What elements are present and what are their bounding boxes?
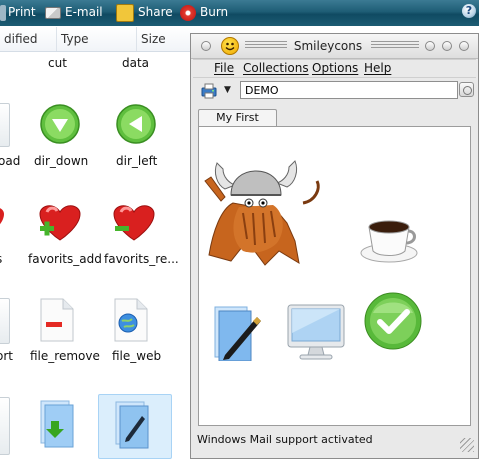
smileycons-window: Smileycons File Collections Options Help… bbox=[190, 33, 479, 459]
coffee-cup-icon[interactable] bbox=[359, 215, 419, 265]
dir-down-icon[interactable] bbox=[38, 102, 80, 146]
file-label-dir-down[interactable]: dir_down bbox=[34, 154, 88, 168]
tool-row: ▼ bbox=[193, 79, 476, 105]
burn-disc-icon bbox=[180, 4, 196, 21]
resize-grip-icon[interactable] bbox=[460, 438, 474, 452]
viking-icon[interactable] bbox=[203, 151, 325, 269]
file-label-dir-left[interactable]: dir_left bbox=[116, 154, 157, 168]
window-title: Smileycons bbox=[287, 34, 369, 58]
favorits-remove-icon[interactable] bbox=[111, 200, 157, 244]
file-icon[interactable] bbox=[0, 298, 10, 344]
share-button[interactable]: Share bbox=[116, 0, 173, 26]
green-check-icon[interactable] bbox=[363, 291, 423, 351]
menu-file[interactable]: File bbox=[214, 60, 234, 77]
maximize-button[interactable] bbox=[442, 41, 452, 51]
smiley-app-icon bbox=[221, 37, 239, 55]
monitor-icon[interactable] bbox=[284, 303, 348, 361]
file-label-file-web[interactable]: file_web bbox=[112, 349, 161, 363]
help-icon[interactable]: ? bbox=[462, 4, 476, 18]
printer-icon[interactable] bbox=[200, 82, 218, 100]
menu-help[interactable]: Help bbox=[364, 60, 391, 77]
print-button[interactable]: Print bbox=[0, 0, 36, 26]
share-icon bbox=[116, 3, 134, 22]
folder-download-icon[interactable] bbox=[37, 397, 77, 453]
title-bar[interactable]: Smileycons bbox=[191, 34, 478, 59]
column-type[interactable]: Type bbox=[57, 27, 137, 51]
close-button[interactable] bbox=[459, 41, 469, 51]
title-stripes bbox=[371, 41, 419, 50]
file-web-icon[interactable] bbox=[111, 297, 151, 342]
menu-bar: File Collections Options Help bbox=[193, 59, 476, 78]
title-stripes bbox=[245, 41, 287, 50]
heart-icon[interactable] bbox=[0, 202, 6, 246]
minimize-button[interactable] bbox=[425, 41, 435, 51]
burn-button[interactable]: Burn bbox=[180, 0, 228, 26]
column-header: dified Type Size bbox=[0, 27, 200, 52]
window-button[interactable] bbox=[201, 41, 211, 51]
email-button[interactable]: E-mail bbox=[45, 0, 103, 26]
emoticon-canvas bbox=[198, 126, 471, 426]
file-label-file-remove[interactable]: file_remove bbox=[30, 349, 100, 363]
file-label[interactable]: oad bbox=[0, 154, 20, 168]
explorer-toolbar: Print E-mail Share Burn ? bbox=[0, 0, 479, 26]
file-remove-icon[interactable] bbox=[37, 297, 77, 342]
file-icon[interactable] bbox=[0, 103, 10, 147]
notebook-pen-icon[interactable] bbox=[209, 303, 265, 362]
file-label-favorits-remove[interactable]: favorits_re... bbox=[104, 252, 179, 266]
tab-my-first-group[interactable]: My First Group bbox=[198, 109, 277, 140]
search-input[interactable] bbox=[240, 81, 458, 99]
dir-left-icon[interactable] bbox=[114, 102, 156, 146]
dropdown-arrow-icon[interactable]: ▼ bbox=[224, 85, 231, 95]
file-label[interactable]: s bbox=[0, 252, 2, 266]
file-label-cut[interactable]: cut bbox=[48, 56, 67, 70]
search-clear-button[interactable] bbox=[459, 82, 474, 97]
folder-edit-icon[interactable] bbox=[112, 398, 152, 454]
menu-options[interactable]: Options bbox=[312, 60, 358, 77]
menu-collections[interactable]: Collections bbox=[243, 60, 309, 77]
file-label[interactable]: ort bbox=[0, 349, 13, 363]
column-date-modified[interactable]: dified bbox=[0, 27, 57, 51]
status-bar: Windows Mail support activated bbox=[197, 433, 373, 446]
file-icon[interactable] bbox=[0, 397, 10, 455]
email-icon bbox=[45, 6, 61, 19]
print-icon bbox=[0, 4, 6, 21]
file-label-data[interactable]: data bbox=[122, 56, 149, 70]
favorits-add-icon[interactable] bbox=[37, 200, 83, 244]
file-label-favorits-add[interactable]: favorits_add bbox=[28, 252, 102, 266]
